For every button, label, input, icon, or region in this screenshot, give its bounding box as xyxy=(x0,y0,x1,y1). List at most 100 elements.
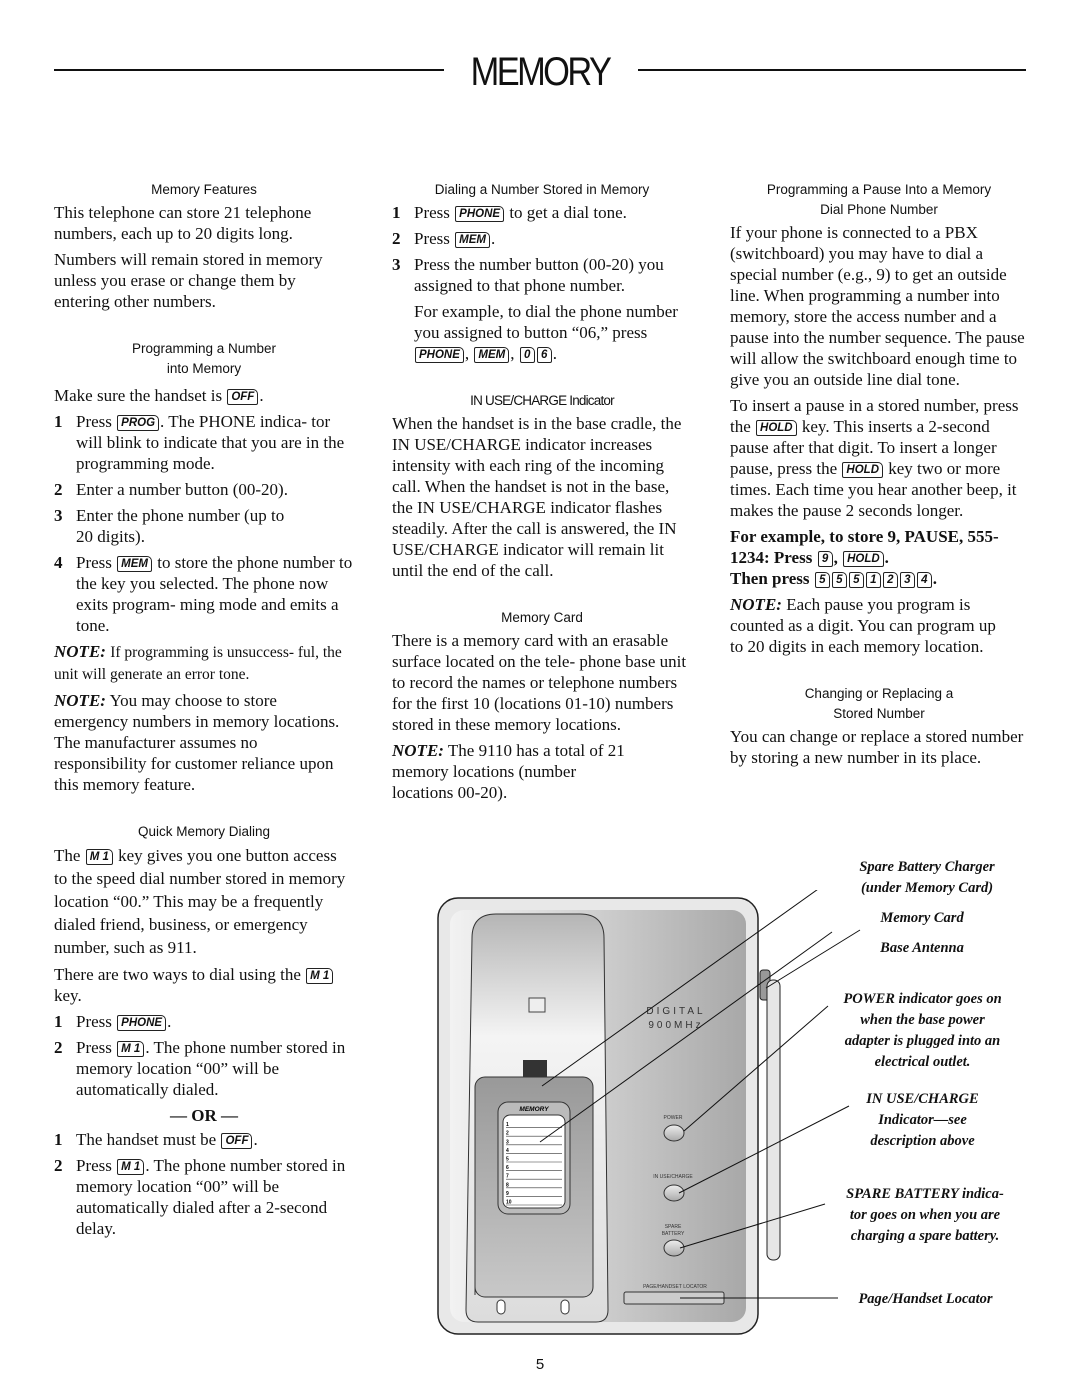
section-heading-dialing: Dialing a Number Stored in Memory xyxy=(434,182,650,197)
step-text: Enter the phone number (up to 20 digits)… xyxy=(76,506,285,546)
or-divider: — OR — xyxy=(170,1106,238,1125)
column-right: Programming a Pause Into a Memory Dial P… xyxy=(730,180,1028,773)
power-label: POWER xyxy=(664,1115,683,1121)
digit-0-key-icon: 0 xyxy=(519,347,535,363)
spare-label-2: BATTERY xyxy=(662,1231,685,1237)
column-middle: Dialing a Number Stored in Memory 1 Pres… xyxy=(392,180,692,808)
text: Press xyxy=(414,203,450,222)
in-use-label: IN USE/CHARGE xyxy=(653,1174,693,1180)
phone-key-icon: PHONE xyxy=(415,347,464,363)
section-heading-changing: Changing or Replacing a Stored Number xyxy=(730,684,1028,724)
mem-key-icon: MEM xyxy=(117,556,152,572)
text: Press xyxy=(76,1038,112,1057)
callout-line: tor goes on when you are xyxy=(849,1207,1001,1223)
hold-key-icon: HOLD xyxy=(756,420,797,436)
hold-key-icon: HOLD xyxy=(842,462,884,478)
text: key. xyxy=(54,986,82,1005)
note: NOTE: Each pause you program is counted … xyxy=(730,594,1028,657)
text: For example, to dial the phone number yo… xyxy=(414,302,678,342)
title-rule-right xyxy=(638,69,1026,71)
page-number: 5 xyxy=(535,1356,545,1373)
text: . xyxy=(884,548,889,567)
text: . xyxy=(491,229,496,248)
m1-key-icon: M 1 xyxy=(117,1041,145,1057)
step: 1 Press PROG. The PHONE indica- tor will… xyxy=(54,411,354,474)
callout-line: when the base power xyxy=(860,1012,985,1028)
callout-line: description above xyxy=(870,1133,975,1149)
paragraph: If your phone is connected to a PBX (swi… xyxy=(730,223,1025,389)
card-latch xyxy=(523,1060,547,1078)
text: Press xyxy=(76,1156,112,1175)
example-paragraph: For example, to store 9, PAUSE, 555-1234… xyxy=(730,526,1028,589)
callout-in-use: IN USE/CHARGE Indicator—see description … xyxy=(840,1089,1005,1152)
digit-key-icon: 5 xyxy=(814,572,830,588)
step-text: Press the number button (00-20) you assi… xyxy=(414,255,664,295)
digit-6-key-icon: 6 xyxy=(536,347,552,363)
step-text: Enter a number button (00-20). xyxy=(76,480,288,499)
spare-label-1: SPARE xyxy=(665,1224,682,1230)
step-number: 4 xyxy=(54,553,63,572)
step: 2 Press MEM. xyxy=(392,228,692,249)
phone-key-icon: PHONE xyxy=(117,1015,167,1031)
heading-line: Programming a Number xyxy=(131,341,277,356)
mem-key-icon: MEM xyxy=(455,232,490,248)
heading-line: Changing or Replacing a xyxy=(804,686,954,701)
text: Press xyxy=(76,412,112,431)
step-number: 1 xyxy=(54,412,63,431)
in-use-led-icon xyxy=(663,1184,685,1202)
step-number: 2 xyxy=(54,1038,63,1057)
step-number: 3 xyxy=(54,506,63,525)
memory-card-title: MEMORY xyxy=(519,1106,549,1113)
note: NOTE: If programming is unsuccess- ful, … xyxy=(54,641,354,685)
text: . xyxy=(167,1012,172,1031)
callout-spare-charger: Spare Battery Charger (under Memory Card… xyxy=(822,857,1032,899)
digit-key-icon: 2 xyxy=(882,572,898,588)
note: NOTE: The 9110 has a total of 21 memory … xyxy=(392,740,692,803)
callout-power: POWER indicator goes on when the base po… xyxy=(810,989,1035,1073)
step-number: 2 xyxy=(54,1156,63,1175)
digit-key-icon: 1 xyxy=(865,572,881,588)
phone-key-icon: PHONE xyxy=(455,206,505,222)
callout-memory-card: Memory Card xyxy=(862,908,982,929)
memory-card-line-number: 4 xyxy=(506,1148,509,1154)
heading-line: Dial Phone Number xyxy=(820,202,938,217)
memory-card-line-number: 6 xyxy=(506,1165,509,1171)
note-label: NOTE: xyxy=(54,691,106,710)
paragraph: There are two ways to dial using the M 1… xyxy=(54,964,354,1006)
section-heading-memory-features: Memory Features xyxy=(151,182,257,197)
paragraph: The M 1 key gives you one button access … xyxy=(54,844,354,959)
memory-card-line-number: 10 xyxy=(506,1200,512,1206)
callout-line: electrical outlet. xyxy=(874,1054,971,1070)
text: Make sure the handset is xyxy=(54,386,223,405)
power-led-icon xyxy=(663,1124,685,1142)
callout-line: POWER indicator goes on xyxy=(843,991,1002,1007)
text: . xyxy=(253,1130,258,1149)
step: 3 Press the number button (00-20) you as… xyxy=(392,254,692,296)
text: , xyxy=(833,548,838,567)
note-label: NOTE: xyxy=(54,642,106,661)
note-label: NOTE: xyxy=(730,595,782,614)
contact-left xyxy=(496,1299,506,1315)
leader-antenna xyxy=(765,929,861,989)
brand-line2: 900MHz xyxy=(648,1020,703,1031)
prog-key-icon: PROG xyxy=(117,415,160,431)
mem-key-icon: MEM xyxy=(474,347,510,363)
callout-line: Spare Battery Charger xyxy=(859,859,995,875)
callout-line: Base Antenna xyxy=(880,940,964,956)
callout-line: Indicator—see xyxy=(878,1112,967,1128)
paragraph: Numbers will remain stored in memory unl… xyxy=(54,250,323,311)
memory-card-line-number: 5 xyxy=(506,1157,509,1163)
m1-key-icon: M 1 xyxy=(85,849,113,865)
step: 4 Press MEM to store the phone number to… xyxy=(54,552,354,636)
section-heading-in-use: IN USE/CHARGE Indicator xyxy=(470,393,614,408)
step-number: 1 xyxy=(54,1012,63,1031)
callout-spare-battery: SPARE BATTERY indica- tor goes on when y… xyxy=(815,1184,1035,1247)
digit-key-icon: 5 xyxy=(831,572,847,588)
paragraph: To insert a pause in a stored number, pr… xyxy=(730,395,1028,521)
section-heading-pause: Programming a Pause Into a Memory Dial P… xyxy=(730,180,1028,220)
memory-card-line-number: 8 xyxy=(506,1182,509,1188)
callout-line: SPARE BATTERY indica- xyxy=(846,1186,1004,1202)
page-title: MEMORY xyxy=(470,50,612,94)
paragraph: This telephone can store 21 telephone nu… xyxy=(54,203,312,243)
callout-line: (under Memory Card) xyxy=(860,880,994,896)
